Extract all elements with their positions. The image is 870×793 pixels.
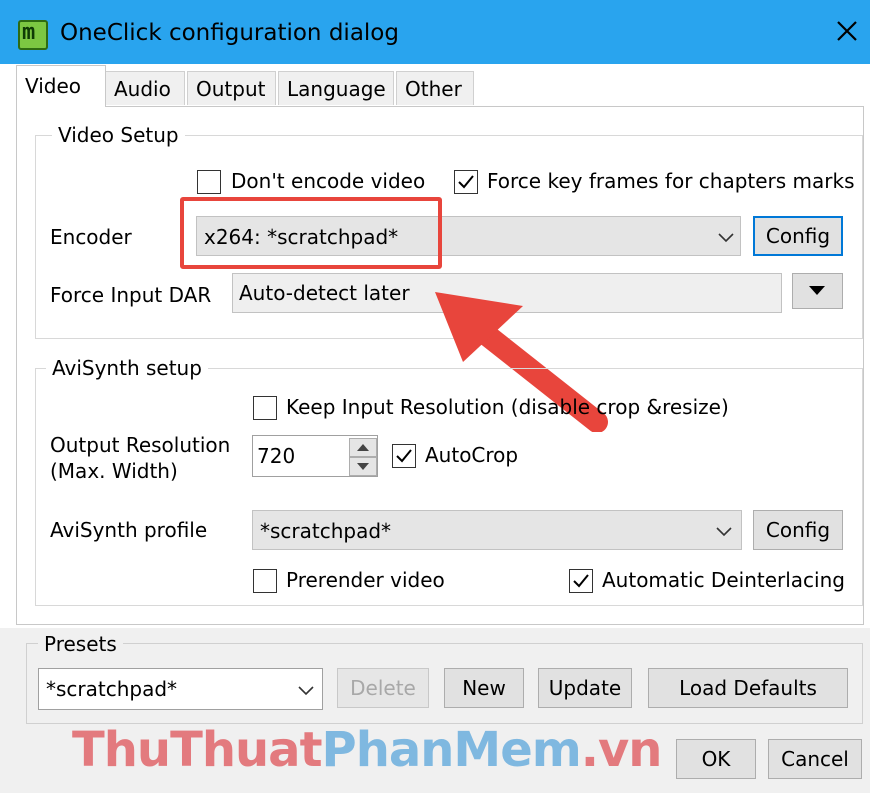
force-keyframes-checkbox[interactable] xyxy=(454,170,478,194)
watermark-part-3: .vn xyxy=(580,722,663,778)
chevron-down-icon xyxy=(298,686,314,696)
force-keyframes-label: Force key frames for chapters marks xyxy=(487,169,855,193)
watermark-part-2: PhanMem xyxy=(321,722,582,778)
dar-dropdown-button[interactable] xyxy=(792,273,843,309)
avisynth-profile-label: AviSynth profile xyxy=(50,518,208,542)
output-resolution-stepper[interactable]: 720 xyxy=(252,435,378,477)
output-resolution-sublabel: (Max. Width) xyxy=(50,459,178,483)
stepper-up-button[interactable] xyxy=(349,438,377,457)
prerender-label: Prerender video xyxy=(286,568,445,592)
chevron-down-icon xyxy=(718,233,734,243)
update-button[interactable]: Update xyxy=(538,668,632,708)
tab-audio[interactable]: Audio xyxy=(105,71,185,105)
keep-resolution-label: Keep Input Resolution (disable crop &res… xyxy=(286,395,729,419)
presets-select[interactable]: *scratchpad* xyxy=(38,668,323,710)
app-icon: m xyxy=(18,20,48,50)
dont-encode-checkbox[interactable] xyxy=(197,170,221,194)
tab-output[interactable]: Output xyxy=(187,71,276,105)
check-icon xyxy=(573,574,589,588)
prerender-checkbox[interactable] xyxy=(253,569,277,593)
check-icon xyxy=(396,449,412,463)
tab-other[interactable]: Other xyxy=(396,71,474,105)
watermark-part-1: ThuThuat xyxy=(72,722,323,778)
video-setup-label: Video Setup xyxy=(52,123,185,147)
encoder-config-button[interactable]: Config xyxy=(753,216,843,256)
tab-language[interactable]: Language xyxy=(278,71,394,105)
cancel-button[interactable]: Cancel xyxy=(768,739,862,779)
triangle-down-icon xyxy=(357,463,369,470)
watermark-logo: ThuThuatPhanMem.vn xyxy=(72,720,663,780)
tab-video[interactable]: Video xyxy=(16,65,106,107)
ok-button[interactable]: OK xyxy=(676,739,756,779)
avisynth-profile-value: *scratchpad* xyxy=(260,519,392,543)
new-button[interactable]: New xyxy=(444,668,524,708)
triangle-up-icon xyxy=(357,444,369,451)
delete-button[interactable]: Delete xyxy=(337,668,429,708)
stepper-down-button[interactable] xyxy=(349,457,377,476)
triangle-down-icon xyxy=(809,286,825,295)
autocrop-checkbox[interactable] xyxy=(392,444,416,468)
presets-label: Presets xyxy=(38,632,123,656)
dar-value: Auto-detect later xyxy=(239,281,410,305)
load-defaults-button[interactable]: Load Defaults xyxy=(648,668,848,708)
highlight-box xyxy=(180,197,442,269)
window-title: OneClick configuration dialog xyxy=(60,20,399,46)
dont-encode-label: Don't encode video xyxy=(231,169,426,193)
keep-resolution-checkbox[interactable] xyxy=(253,396,277,420)
avisynth-profile-select[interactable]: *scratchpad* xyxy=(252,510,742,550)
deinterlace-label: Automatic Deinterlacing xyxy=(602,568,845,592)
check-icon xyxy=(458,175,474,189)
dar-label: Force Input DAR xyxy=(50,283,212,307)
output-resolution-value: 720 xyxy=(257,444,296,468)
avisynth-config-button[interactable]: Config xyxy=(753,510,843,550)
output-resolution-label: Output Resolution xyxy=(50,433,231,457)
autocrop-label: AutoCrop xyxy=(425,443,519,467)
close-icon[interactable] xyxy=(832,16,862,46)
encoder-label: Encoder xyxy=(50,225,132,249)
avisynth-label: AviSynth setup xyxy=(46,356,208,380)
chevron-down-icon xyxy=(716,527,732,537)
deinterlace-checkbox[interactable] xyxy=(569,569,593,593)
presets-value: *scratchpad* xyxy=(46,677,178,701)
